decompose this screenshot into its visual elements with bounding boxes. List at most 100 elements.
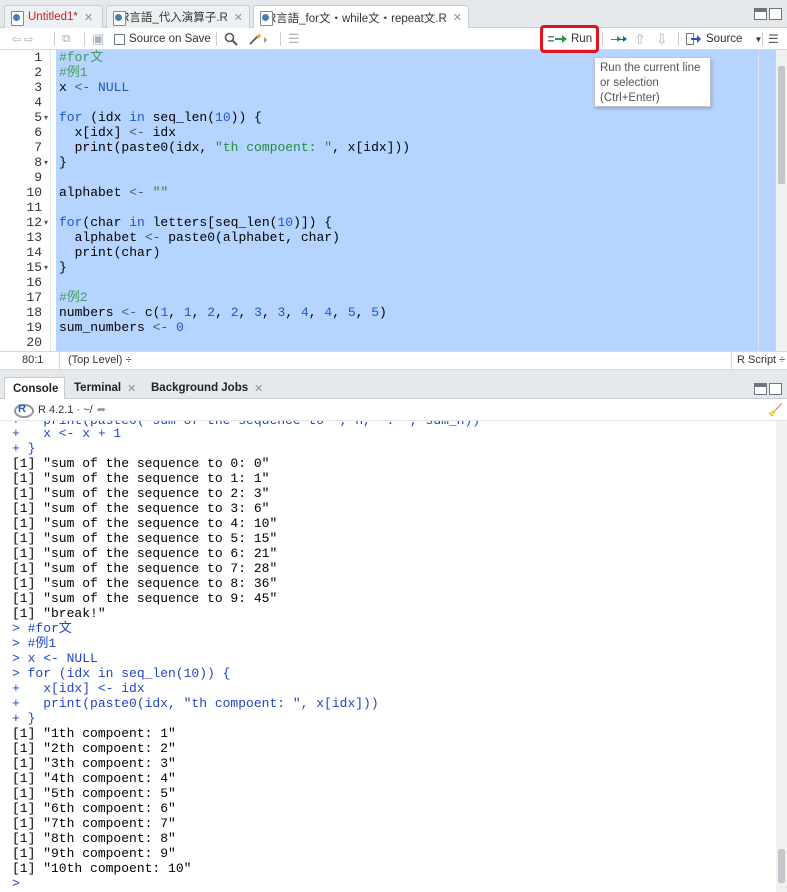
code-line[interactable]: for(char in letters[seq_len(10)]) { xyxy=(59,215,332,230)
rerun-icon[interactable] xyxy=(610,28,628,50)
back-forward[interactable]: ⇦ ⇨ xyxy=(12,28,33,50)
console-line: [1] "5th compoent: 5" xyxy=(12,786,176,801)
print-margin xyxy=(758,50,759,351)
close-tab-icon[interactable]: ✕ xyxy=(453,11,462,24)
document-outline-icon[interactable]: ☰ xyxy=(768,28,779,50)
close-tab-icon[interactable]: ✕ xyxy=(234,11,243,24)
tab-for-while-repeat[interactable]: R言語_for文・while文・repeat文.R ✕ xyxy=(253,5,469,29)
show-in-window-icon[interactable]: ⧉ xyxy=(62,28,70,50)
console-line: [1] "sum of the sequence to 4: 10" xyxy=(12,516,278,531)
tab-label: Console xyxy=(13,382,59,395)
tooltip-line: Run the current line xyxy=(600,62,701,74)
pane-splitter[interactable] xyxy=(0,370,787,377)
file-type-selector[interactable]: R Script ÷ xyxy=(737,354,785,366)
tab-console[interactable]: Console xyxy=(4,377,65,399)
forward-arrow-icon[interactable]: ⇨ xyxy=(24,32,34,46)
code-line[interactable]: print(char) xyxy=(59,245,161,260)
clear-console-icon[interactable]: 🧹 xyxy=(768,403,783,417)
cursor-position: 80:1 xyxy=(22,354,44,366)
code-line[interactable]: #例1 xyxy=(59,65,88,80)
source-on-save[interactable]: Source on Save xyxy=(114,28,211,50)
run-tooltip: Run the current line or selection (Ctrl+… xyxy=(594,57,711,107)
code-line[interactable]: #例2 xyxy=(59,290,88,305)
r-file-icon xyxy=(11,10,24,26)
code-line[interactable]: } xyxy=(59,260,67,275)
line-number: 16 xyxy=(26,275,42,290)
source-tab-bar: Untitled1* ✕ R言語_代入演算子.R ✕ R言語_for文・whil… xyxy=(0,0,787,29)
console-scrollbar[interactable] xyxy=(776,421,787,892)
go-to-previous-section-icon[interactable]: ⇧ xyxy=(634,28,646,50)
console-line: > x <- NULL xyxy=(12,651,98,666)
console-tab-bar: Console Terminal ✕ Background Jobs ✕ xyxy=(0,377,787,399)
line-number: 7 xyxy=(34,140,42,155)
line-number-gutter: 1 2 3 4 5 ▾ 6 7 8 ▾ 9 10 11 12 ▾ 13 14 15 ▾ 16 17 18 19 20 xyxy=(0,50,51,351)
tab-label: Background Jobs xyxy=(151,382,249,394)
code-line[interactable]: x[idx] <- idx xyxy=(59,125,176,140)
tab-background-jobs[interactable]: Background Jobs ✕ xyxy=(143,377,271,399)
line-number: 19 xyxy=(26,320,42,335)
source-button[interactable]: Source ▼ xyxy=(686,28,762,50)
save-icon[interactable]: ▣ xyxy=(92,28,104,50)
console-line: [1] "sum of the sequence to 1: 1" xyxy=(12,471,270,486)
r-logo-icon xyxy=(14,403,34,418)
tab-label: R言語_for文・while文・repeat文.R xyxy=(267,12,447,25)
tab-label: R言語_代入演算子.R xyxy=(121,12,228,24)
r-file-icon xyxy=(260,11,273,26)
console-line: [1] "4th compoent: 4" xyxy=(12,771,176,786)
divider xyxy=(280,32,281,46)
console-line: + } xyxy=(12,441,36,456)
console-line: [1] "3th compoent: 3" xyxy=(12,756,176,771)
fold-toggle-icon[interactable]: ▾ xyxy=(44,155,48,170)
code-line[interactable]: for (idx in seq_len(10)) { xyxy=(59,110,262,125)
console-line: > xyxy=(12,876,20,891)
console-scroll-thumb[interactable] xyxy=(778,849,785,883)
r-file-icon xyxy=(113,10,127,26)
compile-report-icon[interactable]: ☰ xyxy=(288,28,300,50)
code-line[interactable]: #for文 xyxy=(59,50,103,65)
code-line[interactable]: alphabet <- paste0(alphabet, char) xyxy=(59,230,340,245)
maximize-icon[interactable] xyxy=(769,383,782,395)
line-number: 8 xyxy=(34,155,42,170)
go-to-directory-icon[interactable]: ➦ xyxy=(97,403,106,416)
line-number: 14 xyxy=(26,245,42,260)
tooltip-line: or selection xyxy=(600,77,659,89)
close-tab-icon[interactable]: ✕ xyxy=(254,382,263,395)
console-line: > #例1 xyxy=(12,636,57,651)
code-line[interactable]: } xyxy=(59,155,67,170)
console-line: [1] "sum of the sequence to 7: 28" xyxy=(12,561,278,576)
fold-toggle-icon[interactable]: ▾ xyxy=(44,260,48,275)
code-tools-wand-icon[interactable] xyxy=(248,28,270,50)
code-line[interactable]: sum_numbers <- 0 xyxy=(59,320,184,335)
console-line: [1] "sum of the sequence to 0: 0" xyxy=(12,456,270,471)
code-line[interactable]: numbers <- c(1, 1, 2, 2, 3, 3, 4, 4, 5, … xyxy=(59,305,387,320)
line-number: 18 xyxy=(26,305,42,320)
scope-selector[interactable]: (Top Level) ÷ xyxy=(68,354,132,366)
close-tab-icon[interactable]: ✕ xyxy=(127,382,136,395)
console-line: [1] "2th compoent: 2" xyxy=(12,741,176,756)
console-output[interactable]: + print(paste0("sum of the sequence to "… xyxy=(0,421,776,892)
fold-toggle-icon[interactable]: ▾ xyxy=(44,110,48,125)
search-icon[interactable] xyxy=(224,28,238,50)
line-number: 11 xyxy=(26,200,42,215)
source-pane-window-buttons xyxy=(754,8,782,20)
close-tab-icon[interactable]: ✕ xyxy=(84,11,93,24)
fold-toggle-icon[interactable]: ▾ xyxy=(44,215,48,230)
back-arrow-icon[interactable]: ⇦ xyxy=(12,32,22,46)
go-to-next-section-icon[interactable]: ⇩ xyxy=(656,28,668,50)
tab-terminal[interactable]: Terminal ✕ xyxy=(66,377,144,399)
maximize-icon[interactable] xyxy=(769,8,782,20)
line-number: 5 xyxy=(34,110,42,125)
divider xyxy=(216,32,217,46)
tab-label: Terminal xyxy=(74,382,122,394)
minimize-icon[interactable] xyxy=(754,8,767,20)
editor-status-bar: 80:1 (Top Level) ÷ R Script ÷ xyxy=(0,351,787,370)
tab-daiyu-enzanshi[interactable]: R言語_代入演算子.R ✕ xyxy=(106,5,250,28)
minimize-icon[interactable] xyxy=(754,383,767,395)
code-line[interactable]: x <- NULL xyxy=(59,80,129,95)
console-header: R 4.2.1 · ~/ ➦ 🧹 xyxy=(0,399,787,421)
source-on-save-checkbox[interactable] xyxy=(114,33,125,45)
code-line[interactable]: print(paste0(idx, "th compoent: ", x[idx… xyxy=(59,140,410,155)
code-line[interactable]: alphabet <- "" xyxy=(59,185,168,200)
tab-untitled1[interactable]: Untitled1* ✕ xyxy=(4,5,103,28)
editor-scroll-thumb[interactable] xyxy=(778,66,785,184)
